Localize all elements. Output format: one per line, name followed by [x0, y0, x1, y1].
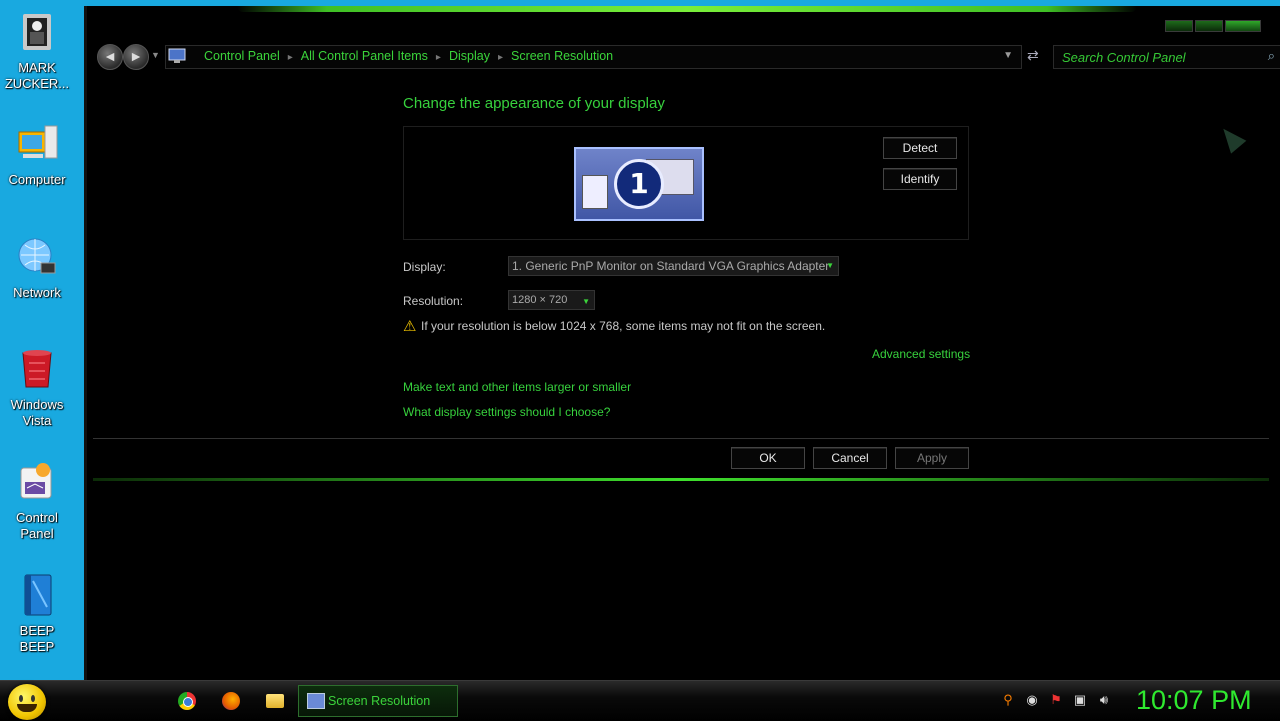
mouse-cursor-icon [1215, 122, 1247, 154]
display-label: Display: [403, 260, 446, 274]
action-center-flag-icon[interactable]: ⚑ [1048, 692, 1064, 708]
recycle-bin-icon [15, 347, 59, 391]
search-icon[interactable]: ⌕ [1268, 48, 1275, 64]
control-panel-icon [168, 48, 186, 64]
chevron-right-icon[interactable]: ▸ [498, 52, 503, 63]
breadcrumb-screen-resolution[interactable]: Screen Resolution [511, 49, 613, 63]
forward-button[interactable]: ► [123, 44, 149, 70]
advanced-settings-link[interactable]: Advanced settings [872, 347, 970, 361]
desktop-icon-label: BEEP BEEP [19, 623, 55, 654]
breadcrumb-display[interactable]: Display [449, 49, 490, 63]
smiley-eyes [19, 695, 35, 702]
resolution-select-value: 1280 × 720 [512, 294, 568, 306]
search-box[interactable]: ⌕ [1053, 45, 1280, 69]
breadcrumb-control-panel[interactable]: Control Panel [204, 49, 280, 63]
taskbar-item-screen-resolution[interactable]: Screen Resolution [298, 685, 458, 717]
maximize-button[interactable] [1195, 20, 1223, 32]
desktop-icon-area: MARK ZUCKER... Computer Network Windows … [0, 0, 84, 680]
display-preview-panel: 1 Detect Identify [403, 126, 969, 240]
chevron-down-icon: ▼ [582, 297, 590, 306]
chevron-down-icon: ▼ [826, 261, 834, 270]
smiley-mouth [17, 704, 37, 712]
desktop-icon-control-panel[interactable]: Control Panel [0, 460, 74, 542]
display-select-value: 1. Generic PnP Monitor on Standard VGA G… [512, 259, 830, 273]
monitor-thumbnail[interactable]: 1 [574, 147, 704, 221]
screen-resolution-window: ◄ ► ▼ Control Panel ▸ All Control Panel It… [84, 6, 1280, 680]
desktop-icon-label: Control Panel [16, 510, 58, 541]
close-button[interactable] [1225, 20, 1261, 32]
volume-icon[interactable]: 🔊︎ [1096, 692, 1112, 708]
footer-glow [93, 478, 1269, 481]
taskbar-clock[interactable]: 10:07 PM [1136, 685, 1252, 716]
desktop-icon-label: Network [13, 285, 61, 300]
search-icon[interactable]: ⚲ [1000, 692, 1016, 708]
status-icon[interactable]: ◉ [1024, 692, 1040, 708]
desktop-icon-label: Windows Vista [10, 397, 64, 428]
chevron-right-icon[interactable]: ▸ [288, 52, 293, 63]
refresh-icon[interactable]: ⇄ [1027, 47, 1045, 65]
minimize-button[interactable] [1165, 20, 1193, 32]
page-title: Change the appearance of your display [403, 95, 665, 112]
firefox-icon[interactable] [222, 692, 240, 710]
text-size-link[interactable]: Make text and other items larger or smal… [403, 380, 631, 394]
ok-button[interactable]: OK [731, 447, 805, 469]
address-bar[interactable]: Control Panel ▸ All Control Panel Items ▸ Di… [165, 45, 1022, 69]
control-panel-icon [307, 693, 325, 709]
breadcrumb-all-items[interactable]: All Control Panel Items [301, 49, 428, 63]
desktop-icon-label: Computer [8, 172, 66, 187]
computer-icon [15, 122, 59, 166]
recent-pages-dropdown[interactable]: ▼ [151, 50, 160, 60]
dialog-button-bar: OK Cancel Apply [93, 438, 1269, 481]
display-help-link[interactable]: What display settings should I choose? [403, 405, 610, 419]
resolution-warning: ⚠ If your resolution is below 1024 x 768,… [403, 317, 825, 335]
warning-icon: ⚠ [403, 318, 417, 335]
cancel-button[interactable]: Cancel [813, 447, 887, 469]
resolution-select[interactable]: 1280 × 720 ▼ [508, 290, 595, 310]
taskbar: Screen Resolution ⚲ ◉ ⚑ ▣ 🔊︎ 10:07 PM [0, 680, 1280, 721]
display-select[interactable]: 1. Generic PnP Monitor on Standard VGA G… [508, 256, 839, 276]
desktop-icon-windows-vista[interactable]: Windows Vista [0, 347, 74, 429]
breadcrumb: Control Panel ▸ All Control Panel Items ▸ Di… [204, 49, 617, 63]
warning-text: If your resolution is below 1024 x 768, … [421, 319, 826, 333]
blue-book-icon [15, 573, 59, 617]
monitor-window-graphic [582, 175, 608, 209]
start-button[interactable] [8, 684, 46, 720]
user-folder-icon [15, 10, 59, 54]
chevron-right-icon[interactable]: ▸ [436, 52, 441, 63]
desktop-icon-mark-zucker[interactable]: MARK ZUCKER... [0, 10, 74, 92]
taskbar-item-label: Screen Resolution [328, 694, 431, 708]
identify-button[interactable]: Identify [883, 168, 957, 190]
control-panel-icon [15, 460, 59, 504]
detect-button[interactable]: Detect [883, 137, 957, 159]
address-dropdown-icon[interactable]: ▼ [1003, 50, 1013, 61]
chrome-icon[interactable] [178, 692, 196, 710]
network-icon[interactable]: ▣ [1072, 692, 1088, 708]
apply-button[interactable]: Apply [895, 447, 969, 469]
desktop-icon-beep-beep[interactable]: BEEP BEEP [0, 573, 74, 655]
resolution-label: Resolution: [403, 294, 464, 308]
desktop-icon-label: MARK ZUCKER... [4, 60, 70, 91]
network-globe-icon [15, 235, 59, 279]
desktop-icon-computer[interactable]: Computer [0, 122, 74, 188]
desktop-icon-network[interactable]: Network [0, 235, 74, 301]
window-controls [1165, 20, 1261, 32]
monitor-number: 1 [614, 159, 664, 209]
folder-icon[interactable] [266, 694, 284, 708]
back-button[interactable]: ◄ [97, 44, 123, 70]
navigation-bar: ◄ ► ▼ Control Panel ▸ All Control Panel It… [95, 44, 1280, 70]
window-top-glow [237, 6, 1137, 12]
search-input[interactable] [1060, 48, 1254, 66]
